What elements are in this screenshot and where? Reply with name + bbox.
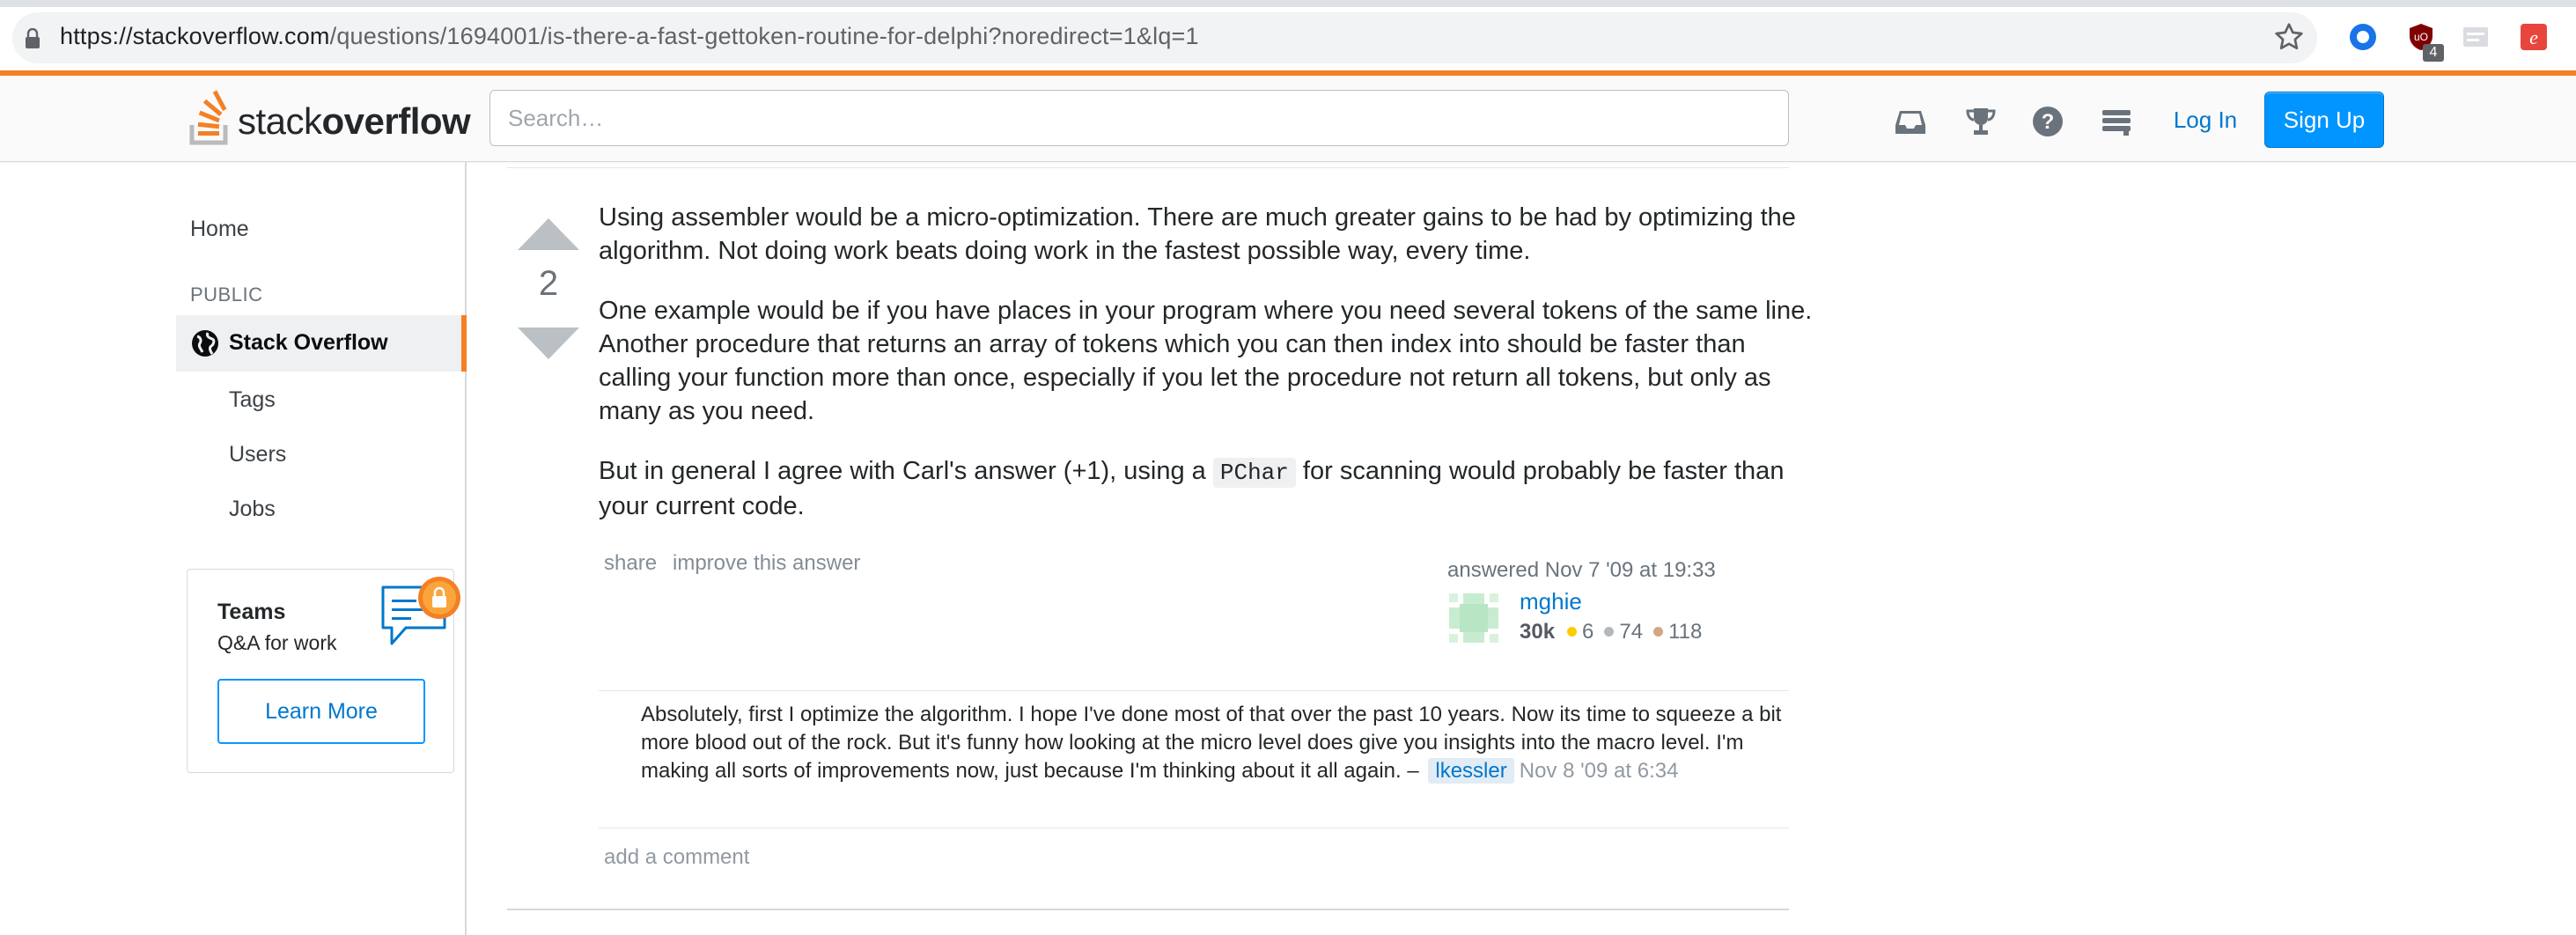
bronze-badge-count: 118 xyxy=(1668,620,1703,644)
extension-circle-icon[interactable] xyxy=(2347,21,2379,53)
extension-card-icon[interactable] xyxy=(2460,21,2491,53)
site-header: stackoverflow ? Log In Sign Up xyxy=(0,70,2576,162)
svg-text:e: e xyxy=(2529,26,2538,48)
browser-toolbar: https://stackoverflow.com/questions/1694… xyxy=(0,0,2576,74)
improve-answer-link[interactable]: improve this answer xyxy=(673,551,860,576)
help-icon[interactable]: ? xyxy=(2030,104,2065,139)
teams-promo: Teams Q&A for work Learn More xyxy=(187,569,460,773)
stack-overflow-logo-icon xyxy=(189,90,228,145)
review-queue-icon[interactable] xyxy=(2099,104,2134,139)
sidebar-section-public: PUBLIC xyxy=(190,283,263,306)
trophy-icon[interactable] xyxy=(1963,104,1998,139)
vote-cell: 2 xyxy=(509,215,588,382)
login-button[interactable]: Log In xyxy=(2157,92,2254,148)
learn-more-button[interactable]: Learn More xyxy=(217,679,425,744)
user-reputation: 30k 6 74 118 xyxy=(1520,620,1702,644)
inline-code: PChar xyxy=(1212,458,1296,488)
answer-paragraph: Using assembler would be a micro-optimiz… xyxy=(599,203,1796,265)
silver-badge-count: 74 xyxy=(1619,620,1644,644)
teams-chat-lock-icon xyxy=(381,577,460,645)
answer-paragraph: One example would be if you have places … xyxy=(599,297,1813,425)
svg-text:?: ? xyxy=(2042,110,2055,134)
left-sidebar: Home PUBLIC Stack Overflow Tags Users Jo… xyxy=(0,162,467,935)
lock-icon[interactable] xyxy=(25,28,40,49)
signup-button[interactable]: Sign Up xyxy=(2264,92,2384,148)
url-path: /questions/1694001/is-there-a-fast-getto… xyxy=(329,23,1199,49)
globe-icon xyxy=(192,330,218,357)
vote-count: 2 xyxy=(538,264,559,303)
logo-light: stack xyxy=(238,100,322,142)
extension-badge: 4 xyxy=(2423,44,2444,62)
sidebar-item-tags[interactable]: Tags xyxy=(229,387,276,413)
url-text[interactable]: https://stackoverflow.com/questions/1694… xyxy=(60,23,1199,50)
comment-user-link[interactable]: lkessler xyxy=(1428,758,1514,784)
add-comment-link[interactable]: add a comment xyxy=(604,845,749,870)
answer-text: But in general I agree with Carl's answe… xyxy=(599,457,1213,485)
comment: Absolutely, first I optimize the algorit… xyxy=(641,701,1785,785)
divider xyxy=(507,909,1789,910)
comment-date[interactable]: Nov 8 '09 at 6:34 xyxy=(1520,759,1679,783)
answered-timestamp[interactable]: answered Nov 7 '09 at 19:33 xyxy=(1447,558,1716,583)
avatar[interactable] xyxy=(1446,590,1502,646)
tab-strip xyxy=(0,0,2576,7)
svg-text:uO: uO xyxy=(2414,31,2428,43)
sidebar-item-label: Stack Overflow xyxy=(229,330,388,355)
user-name-link[interactable]: mghie xyxy=(1520,588,1582,615)
teams-title: Teams xyxy=(217,600,286,624)
sidebar-item-home[interactable]: Home xyxy=(190,217,249,242)
logo-bold: overflow xyxy=(321,100,471,142)
bronze-badge-icon xyxy=(1653,627,1664,637)
downvote-icon[interactable] xyxy=(518,326,579,363)
upvote-icon[interactable] xyxy=(518,215,579,252)
gold-badge-count: 6 xyxy=(1582,620,1594,644)
user-card: answered Nov 7 '09 at 19:33 mghie 30k 6 74… xyxy=(1446,553,1727,667)
divider xyxy=(507,167,1789,168)
sidebar-item-users[interactable]: Users xyxy=(229,442,286,468)
logo-wordmark: stackoverflow xyxy=(238,100,471,143)
sidebar-item-stack-overflow[interactable]: Stack Overflow xyxy=(176,315,467,372)
share-link[interactable]: share xyxy=(604,551,657,576)
extension-e-icon[interactable]: e xyxy=(2518,21,2550,53)
bookmark-star-icon[interactable] xyxy=(2273,21,2305,53)
url-host: https://stackoverflow.com xyxy=(60,23,330,49)
answer-paragraph: But in general I agree with Carl's answe… xyxy=(599,454,1814,523)
teams-subtitle: Q&A for work xyxy=(217,631,337,654)
silver-badge-icon xyxy=(1604,627,1615,637)
answer-post: 2 Using assembler would be a micro-optim… xyxy=(468,162,2576,935)
sidebar-item-jobs[interactable]: Jobs xyxy=(229,497,276,522)
search-input[interactable] xyxy=(489,90,1789,146)
reputation-score: 30k xyxy=(1520,620,1556,644)
divider xyxy=(599,690,1789,691)
gold-badge-icon xyxy=(1567,627,1578,637)
inbox-icon[interactable] xyxy=(1893,104,1928,139)
